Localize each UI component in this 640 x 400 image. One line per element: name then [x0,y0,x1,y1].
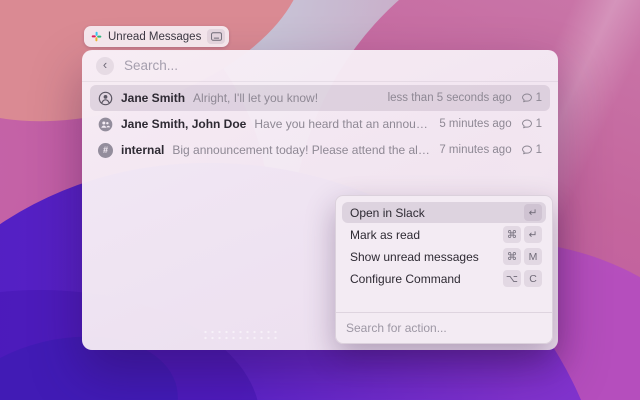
action-item-open-in-slack[interactable]: Open in Slack ↵ [342,202,546,223]
message-preview: Have you heard that an announcement is c… [254,117,431,131]
return-key: ↵ [524,204,542,221]
action-item-show-unread-messages[interactable]: Show unread messages ⌘ M [342,246,546,267]
command-tag-label: Unread Messages [108,31,201,43]
action-label: Mark as read [350,228,420,242]
chat-bubble-icon [521,92,533,104]
action-search-placeholder: Search for action... [346,321,447,335]
action-shortcut: ↵ [524,204,542,221]
action-shortcut: ⌘ ↵ [503,226,542,243]
message-sender: internal [121,143,164,157]
message-time: 7 minutes ago [439,144,511,156]
action-item-configure-command[interactable]: Configure Command ⌥ C [342,268,546,289]
unread-count: 1 [536,92,542,104]
slack-icon [91,31,102,42]
action-label: Show unread messages [350,250,479,264]
unread-badge: 1 [521,118,542,130]
message-row-internal[interactable]: # internal Big announcement today! Pleas… [90,137,550,163]
message-list: Jane Smith Alright, I'll let you know! l… [82,82,558,163]
chevron-left-icon: ‹ [103,58,107,71]
command-key: ⌘ [503,248,521,265]
unread-count: 1 [536,144,542,156]
message-meta: 7 minutes ago 1 [439,144,542,156]
people-circle-icon [98,117,113,132]
message-time: 5 minutes ago [439,118,511,130]
message-time: less than 5 seconds ago [388,92,512,104]
command-key: ⌘ [503,226,521,243]
search-input[interactable]: Search... [124,58,178,73]
message-row-jane-smith[interactable]: Jane Smith Alright, I'll let you know! l… [90,85,550,111]
action-search-input[interactable]: Search for action... [336,312,552,343]
message-meta: less than 5 seconds ago 1 [388,92,542,104]
hash-glyph: # [103,146,108,155]
search-bar[interactable]: ‹ Search... [82,50,558,82]
dots-watermark [202,329,278,341]
action-menu: Open in Slack ↵ Mark as read ⌘ ↵ Show un… [335,195,553,344]
keyboard-icon[interactable] [207,29,225,44]
unread-badge: 1 [521,92,542,104]
m-key: M [524,248,542,265]
message-sender: Jane Smith [121,91,185,105]
action-label: Configure Command [350,272,461,286]
chat-bubble-icon [521,118,533,130]
option-key: ⌥ [503,270,521,287]
message-preview: Big announcement today! Please attend th… [172,143,431,157]
message-meta: 5 minutes ago 1 [439,118,542,130]
unread-count: 1 [536,118,542,130]
action-shortcut: ⌥ C [503,270,542,287]
action-menu-items: Open in Slack ↵ Mark as read ⌘ ↵ Show un… [336,196,552,295]
message-row-jane-smith-john-doe[interactable]: Jane Smith, John Doe Have you heard that… [90,111,550,137]
person-circle-icon [98,91,113,106]
action-label: Open in Slack [350,206,425,220]
unread-badge: 1 [521,144,542,156]
c-key: C [524,270,542,287]
action-item-mark-as-read[interactable]: Mark as read ⌘ ↵ [342,224,546,245]
return-key: ↵ [524,226,542,243]
command-tag[interactable]: Unread Messages [84,26,229,47]
message-preview: Alright, I'll let you know! [193,91,318,105]
back-button[interactable]: ‹ [96,57,114,75]
chat-bubble-icon [521,144,533,156]
hashtag-circle-icon: # [98,143,113,158]
message-sender: Jane Smith, John Doe [121,117,246,131]
action-shortcut: ⌘ M [503,248,542,265]
